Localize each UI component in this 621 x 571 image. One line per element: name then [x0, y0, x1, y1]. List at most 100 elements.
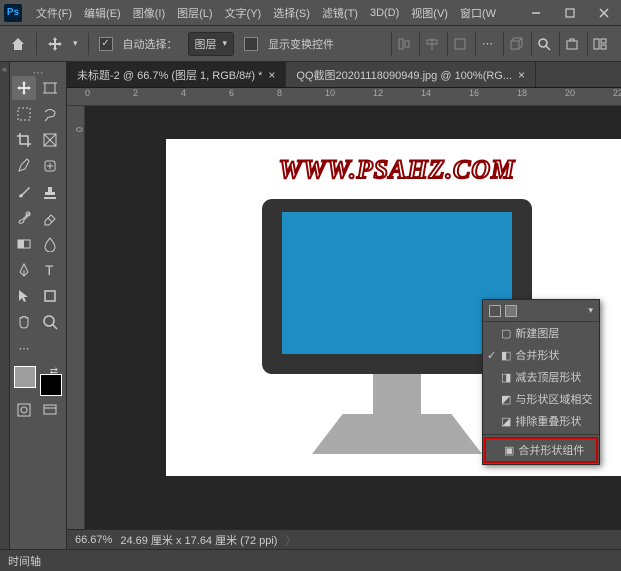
edit-toolbar[interactable]: ⋯: [12, 336, 36, 360]
menu-header: ▾: [483, 300, 599, 322]
union-icon: ◧: [501, 349, 511, 362]
frame-tool[interactable]: [38, 128, 62, 152]
align-icon[interactable]: [391, 32, 415, 56]
marquee-tool[interactable]: [12, 102, 36, 126]
stamp-tool[interactable]: [38, 180, 62, 204]
tab-label: QQ截图20201118090949.jpg @ 100%(RG...: [296, 67, 512, 83]
move-tool[interactable]: [12, 76, 36, 100]
collapsed-panel[interactable]: «: [0, 62, 10, 549]
crop-tool[interactable]: [12, 128, 36, 152]
move-tool-icon: [47, 36, 63, 52]
close-button[interactable]: [591, 3, 617, 23]
auto-select-label: 自动选择：: [123, 36, 178, 52]
quick-mask-tool[interactable]: [12, 398, 36, 422]
search-icon[interactable]: [531, 32, 555, 56]
auto-select-checkbox[interactable]: [99, 37, 113, 51]
minimize-button[interactable]: [523, 3, 549, 23]
tab-active[interactable]: 未标题-2 @ 66.7% (图层 1, RGB/8#) * ×: [67, 62, 286, 87]
menu-item-exclude[interactable]: ◪排除重叠形状: [483, 410, 599, 432]
menu-layer[interactable]: 图层(L): [171, 1, 218, 25]
menu-file[interactable]: 文件(F): [30, 1, 78, 25]
menu-item-combine[interactable]: ✓ ◧ 合并形状: [483, 344, 599, 366]
menu-select[interactable]: 选择(S): [267, 1, 316, 25]
timeline-tab[interactable]: 时间轴: [8, 553, 41, 569]
lasso-tool[interactable]: [38, 102, 62, 126]
auto-select-target[interactable]: 图层 ▾: [188, 32, 235, 56]
alignment-icons: ⋯: [391, 32, 611, 56]
chevron-down-icon: ▾: [223, 38, 228, 49]
menu-separator: [483, 434, 599, 435]
chevron-down-icon[interactable]: ▾: [588, 305, 593, 316]
menu-window[interactable]: 窗口(W: [454, 1, 502, 25]
path-mode-icon[interactable]: [505, 305, 517, 317]
canvas[interactable]: WWW.PSAHZ.COM ▾: [166, 139, 621, 476]
menu-item-intersect[interactable]: ◩ 与形状区域相交: [483, 388, 599, 410]
path-mode-icon[interactable]: [489, 305, 501, 317]
canvas-wrap: 0 WWW.PSAHZ.COM: [67, 106, 621, 529]
intersect-icon: ◩: [501, 393, 511, 406]
artboard-tool[interactable]: [38, 76, 62, 100]
maximize-button[interactable]: [557, 3, 583, 23]
show-transform-checkbox[interactable]: [244, 37, 258, 51]
menu-item-label: 减去顶层形状: [515, 369, 581, 385]
home-icon[interactable]: [10, 36, 26, 52]
chevron-right-icon[interactable]: 〉: [285, 532, 296, 548]
status-bar: 66.67% 24.69 厘米 x 17.64 厘米 (72 ppi) 〉: [67, 529, 621, 549]
screen-mode-tool[interactable]: [38, 398, 62, 422]
menu-image[interactable]: 图像(I): [127, 1, 171, 25]
titlebar: Ps 文件(F) 编辑(E) 图像(I) 图层(L) 文字(Y) 选择(S) 滤…: [0, 0, 621, 26]
document-dims: 24.69 厘米 x 17.64 厘米 (72 ppi): [120, 532, 277, 548]
align-icon[interactable]: [419, 32, 443, 56]
menu-item-merge-components[interactable]: ▣合并形状组件: [484, 437, 598, 463]
tab-inactive[interactable]: QQ截图20201118090949.jpg @ 100%(RG... ×: [286, 62, 536, 87]
gradient-tool[interactable]: [12, 232, 36, 256]
more-icon[interactable]: ⋯: [475, 32, 499, 56]
menu-item-label: 新建图层: [515, 325, 559, 341]
color-swatch[interactable]: ⇄: [12, 366, 64, 396]
menu-view[interactable]: 视图(V): [405, 1, 454, 25]
type-tool[interactable]: T: [38, 258, 62, 282]
ruler-vertical[interactable]: 0: [67, 106, 85, 529]
document-tabs: 未标题-2 @ 66.7% (图层 1, RGB/8#) * × QQ截图202…: [67, 62, 621, 88]
shape-tool[interactable]: [38, 284, 62, 308]
panel-grip[interactable]: ⋯: [12, 66, 64, 74]
menu-3d[interactable]: 3D(D): [364, 3, 405, 23]
hand-tool[interactable]: [12, 310, 36, 334]
healing-tool[interactable]: [38, 154, 62, 178]
options-bar: ▾ 自动选择： 图层 ▾ 显示变换控件 ⋯: [0, 26, 621, 62]
share-icon[interactable]: [559, 32, 583, 56]
close-icon[interactable]: ×: [518, 68, 525, 82]
foreground-color[interactable]: [14, 366, 36, 388]
chevron-down-icon[interactable]: ▾: [73, 38, 78, 49]
watermark-text: WWW.PSAHZ.COM: [279, 155, 515, 185]
ruler-horizontal[interactable]: 024681012141618202224: [67, 88, 621, 106]
workspace-icon[interactable]: [587, 32, 611, 56]
align-icon[interactable]: [447, 32, 471, 56]
canvas-viewport[interactable]: WWW.PSAHZ.COM ▾: [85, 106, 621, 529]
check-icon: ✓: [487, 349, 496, 362]
close-icon[interactable]: ×: [268, 68, 275, 82]
zoom-tool[interactable]: [38, 310, 62, 334]
brush-tool[interactable]: [12, 180, 36, 204]
menu-item-label: 合并形状组件: [518, 442, 584, 458]
3d-mode-icon[interactable]: [503, 32, 527, 56]
menu-item-new-layer[interactable]: ▢新建图层: [483, 322, 599, 344]
menu-filter[interactable]: 滤镜(T): [316, 1, 364, 25]
pen-tool[interactable]: [12, 258, 36, 282]
background-color[interactable]: [40, 374, 62, 396]
menu-item-subtract[interactable]: ◨减去顶层形状: [483, 366, 599, 388]
document-area: 未标题-2 @ 66.7% (图层 1, RGB/8#) * × QQ截图202…: [67, 62, 621, 549]
eyedropper-tool[interactable]: [12, 154, 36, 178]
history-brush-tool[interactable]: [12, 206, 36, 230]
monitor-neck: [373, 374, 421, 414]
path-select-tool[interactable]: [12, 284, 36, 308]
swap-colors-icon[interactable]: ⇄: [50, 366, 58, 377]
menu-edit[interactable]: 编辑(E): [78, 1, 127, 25]
menu-type[interactable]: 文字(Y): [219, 1, 268, 25]
blur-tool[interactable]: [38, 232, 62, 256]
zoom-level[interactable]: 66.67%: [75, 534, 112, 546]
menu-item-label: 合并形状: [515, 347, 559, 363]
menu-item-label: 与形状区域相交: [515, 391, 592, 407]
eraser-tool[interactable]: [38, 206, 62, 230]
divider: [88, 33, 89, 55]
